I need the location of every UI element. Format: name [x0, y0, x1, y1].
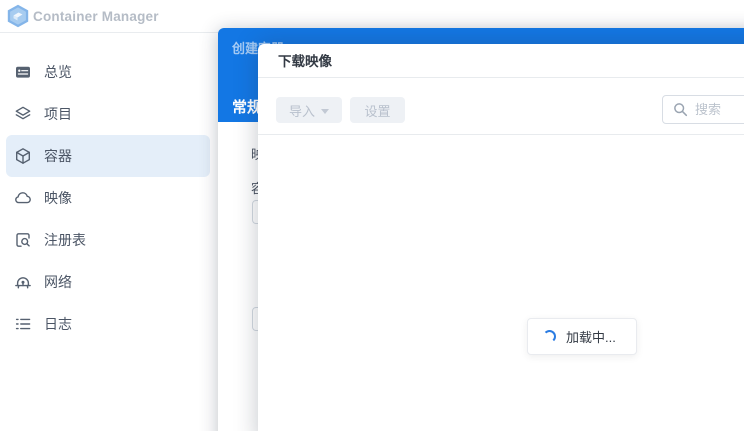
sidebar-item-project[interactable]: 项目: [6, 93, 210, 135]
search-icon: [674, 103, 688, 117]
import-button[interactable]: 导入: [276, 97, 342, 123]
spinner-icon: [543, 330, 556, 343]
sidebar-item-label: 注册表: [44, 232, 86, 248]
sidebar-item-label: 映像: [44, 190, 72, 206]
registry-icon: [16, 233, 30, 247]
sidebar-item-label: 容器: [44, 148, 72, 164]
network-icon: [15, 277, 31, 289]
container-cube-icon: [16, 148, 30, 164]
search-box[interactable]: [662, 95, 744, 124]
sidebar-item-label: 总览: [44, 64, 72, 80]
sidebar-item-network[interactable]: 网络: [6, 261, 210, 303]
app-title: Container Manager: [33, 9, 159, 24]
overview-icon: [16, 66, 30, 78]
chevron-down-icon: [321, 108, 329, 114]
sidebar-item-label: 项目: [44, 106, 72, 122]
loading-label: 加载中...: [566, 330, 616, 345]
sidebar-item-registry[interactable]: 注册表: [6, 219, 210, 261]
download-image-toolbar: 导入 设置: [258, 78, 744, 135]
sidebar-item-container[interactable]: 容器: [6, 135, 210, 177]
container-manager-logo-icon: [7, 4, 29, 28]
container-manager-app: Container Manager 总览 项目 容器 映像 注册表 网络 日志 …: [0, 0, 744, 431]
project-icon: [15, 106, 31, 120]
sidebar-item-overview[interactable]: 总览: [6, 51, 210, 93]
sidebar-item-label: 网络: [44, 274, 72, 290]
download-image-dialog: 下载映像 导入 设置 加载中...: [258, 44, 744, 431]
import-button-label: 导入: [288, 103, 315, 119]
sidebar-item-label: 日志: [44, 316, 72, 332]
sidebar-item-image[interactable]: 映像: [6, 177, 210, 219]
sidebar: 总览 项目 容器 映像 注册表 网络 日志: [0, 33, 212, 431]
download-image-dialog-title: 下载映像: [278, 54, 332, 69]
loading-indicator: 加载中...: [527, 318, 637, 355]
sidebar-item-log[interactable]: 日志: [6, 303, 210, 345]
settings-button[interactable]: 设置: [350, 97, 405, 123]
settings-button-label: 设置: [364, 103, 391, 119]
search-input[interactable]: [695, 102, 744, 117]
download-image-dialog-titlebar: 下载映像: [258, 44, 744, 78]
image-cloud-icon: [15, 192, 31, 204]
log-list-icon: [15, 318, 31, 330]
